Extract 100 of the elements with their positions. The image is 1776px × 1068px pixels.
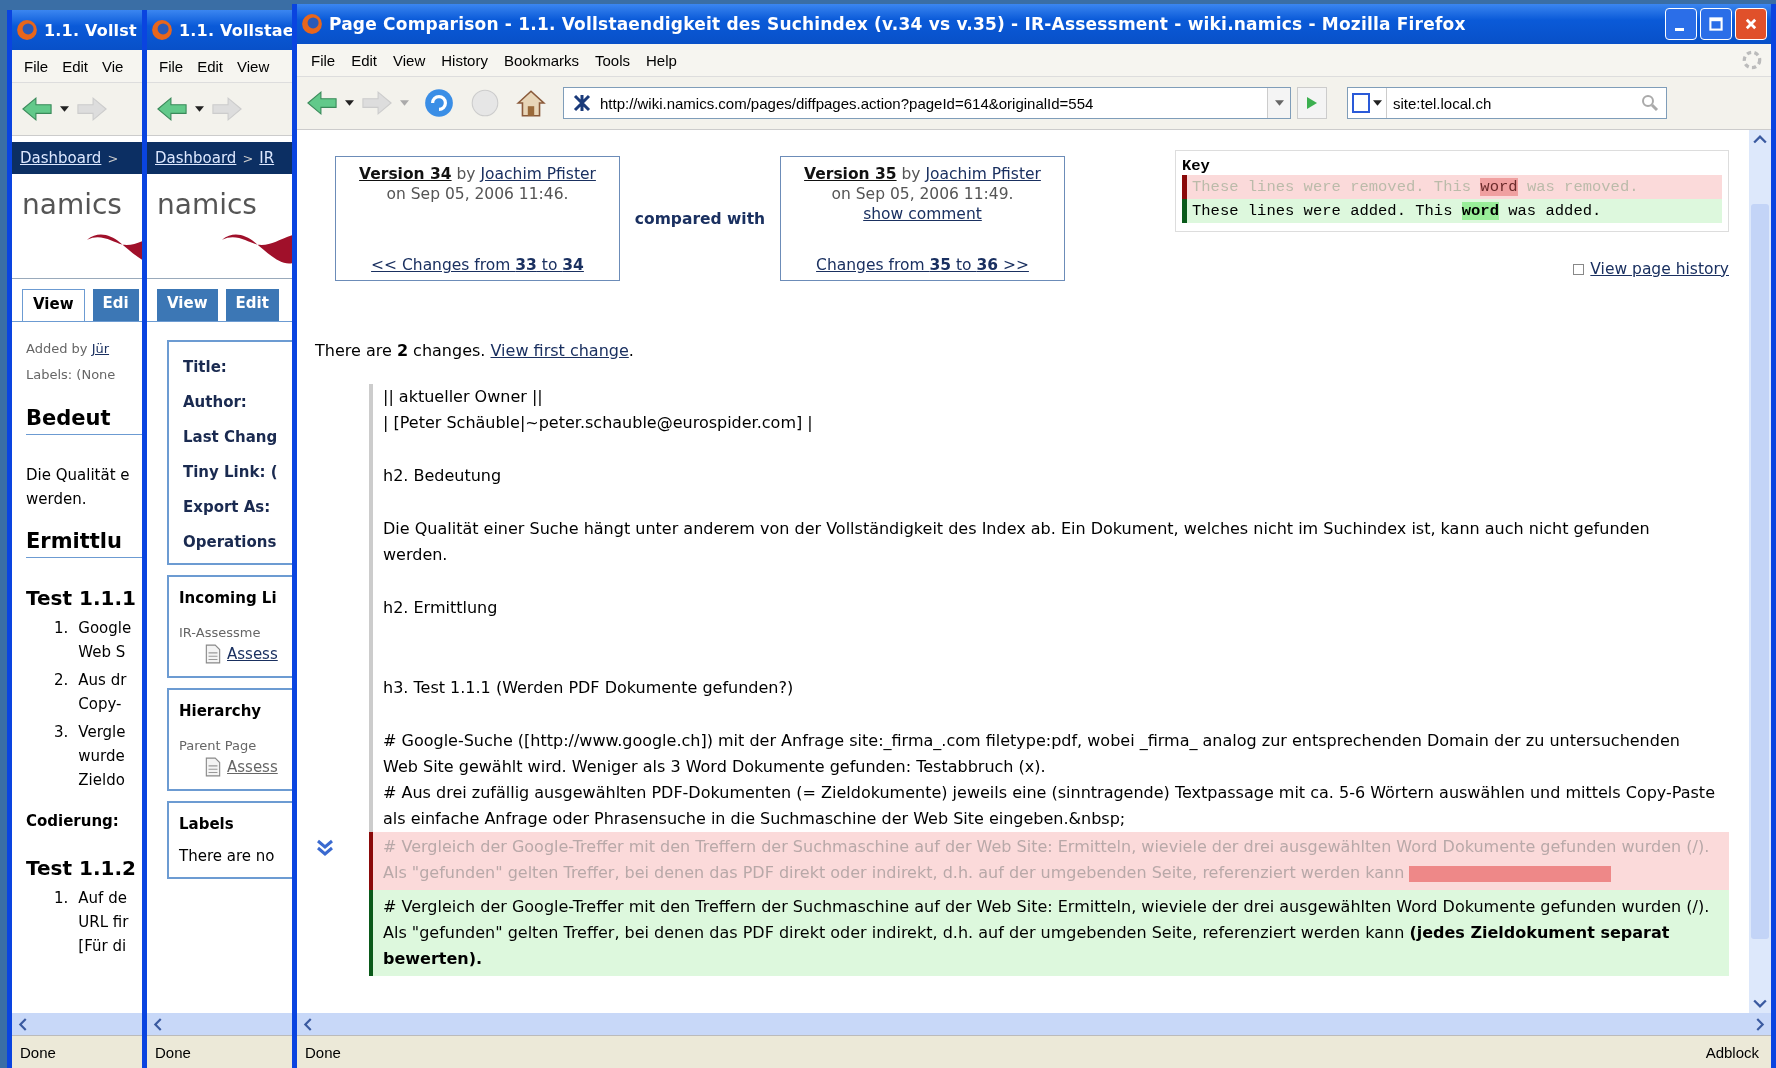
paragraph-text: werden. <box>26 489 88 510</box>
tab[interactable]: View <box>157 289 218 321</box>
author-link[interactable]: Joachim Pfister <box>480 165 596 183</box>
menu-item[interactable]: Vie <box>96 57 132 75</box>
play-arrow-icon <box>1306 95 1318 111</box>
breadcrumb-link[interactable]: IR <box>259 149 275 167</box>
list-number: 3. <box>54 722 69 743</box>
tab[interactable]: Edi <box>92 289 139 321</box>
list-number: 1. <box>54 888 69 909</box>
scroll-left-icon[interactable] <box>18 1017 27 1031</box>
double-chevron-icon[interactable] <box>315 838 335 858</box>
view-page-history-link[interactable]: View page history <box>1590 260 1729 278</box>
logo-text: namics <box>157 188 257 221</box>
diff-line: Die Qualität einer Suche hängt unter anderem von der Vollständigkeit des Index ab. Ein Dokument, welches nicht im Suchindex ist, kann auch nicht gefunden werden. <box>383 518 1651 566</box>
address-bar[interactable]: http://wiki.namics.com/pages/diffpages.action?pageId=614&originalId=554 <box>563 87 1291 119</box>
close-button[interactable] <box>1735 8 1767 40</box>
menu-item[interactable]: Edit <box>56 57 97 75</box>
search-field[interactable]: site:tel.local.ch <box>1347 87 1667 119</box>
horizontal-scrollbar[interactable] <box>297 1013 1771 1035</box>
tab[interactable]: Edit <box>225 289 279 321</box>
firefox-icon <box>16 19 38 41</box>
maximize-button[interactable] <box>1700 8 1732 40</box>
added-line-example: These lines were added. This word was added. <box>1182 199 1722 223</box>
breadcrumb-separator: > <box>107 150 119 166</box>
close-icon <box>1744 17 1758 31</box>
back-arrow-icon[interactable] <box>305 90 339 116</box>
menu-item[interactable]: File <box>18 57 57 75</box>
version-date: on Sep 05, 2006 11:46. <box>386 185 569 203</box>
diff-line: h2. Bedeutung <box>383 465 503 487</box>
show-comment-link[interactable]: show comment <box>863 205 982 223</box>
page-link[interactable]: Assess <box>227 758 278 776</box>
horizontal-scrollbar[interactable] <box>147 1013 292 1035</box>
field-label: Operations <box>183 533 278 551</box>
menu-item[interactable]: Bookmarks <box>495 51 587 69</box>
status-text: Done <box>305 1043 341 1061</box>
menu-item[interactable]: View <box>385 51 434 69</box>
diff-line: || aktueller Owner || <box>383 386 544 408</box>
changes-link[interactable]: Changes from 35 to 36 >> <box>816 256 1029 274</box>
by-text: by <box>901 165 921 183</box>
breadcrumb-link[interactable]: Dashboard <box>155 149 237 167</box>
caret-icon[interactable] <box>345 99 354 107</box>
list-item: URL fir <box>78 912 129 933</box>
field-label: Last Chang <box>183 428 279 446</box>
menu-item[interactable]: Edit <box>191 57 232 75</box>
list-number: 2. <box>54 670 69 691</box>
labels-text: There are no <box>179 847 276 865</box>
diff-line: | [Peter Schäuble|~peter.schauble@eurospider.com] | <box>383 412 814 434</box>
diff-line: # Google-Suche ([http://www.google.ch]) mit der Anfrage site:_firma_.com filetype:pdf, wobei _firma_ analog zur entsprechenden Domain der zu untersuchenden Web Site gewählt wird. Weniger als 3 Word Dokumente gefunden: Testabbruch (x). <box>383 730 1681 778</box>
adblock-label[interactable]: Adblock <box>1705 1043 1759 1061</box>
scroll-right-icon[interactable] <box>1756 1017 1765 1031</box>
menu-item[interactable]: File <box>153 57 192 75</box>
menu-item[interactable]: Tools <box>587 51 638 69</box>
space-label: IR-Assessme <box>179 625 262 640</box>
scroll-left-icon[interactable] <box>303 1017 312 1031</box>
key-heading: Key <box>1182 157 1211 175</box>
back-arrow-icon[interactable] <box>20 96 54 122</box>
list-item: Aus dr <box>78 670 127 691</box>
compared-with-text: compared with <box>633 209 767 228</box>
logo-text: namics <box>22 188 122 221</box>
changes-link[interactable]: << Changes from 33 to 34 <box>371 256 584 274</box>
vertical-scrollbar[interactable] <box>1749 130 1771 1013</box>
diff-line: # Aus drei zufällig ausgewählten PDF-Dokumenten (= Zieldokumente) jeweils eine (sinntragende) Textpassage mit ca. 5-6 Wörtern auswählen und mittels Copy-Paste als einfache Anfrage oder Phrasensuche in die Suchmaschine der Web Site eingeben.&nbsp; <box>383 782 1716 830</box>
scroll-left-icon[interactable] <box>153 1017 162 1031</box>
scroll-up-icon[interactable] <box>1753 134 1767 144</box>
scroll-down-icon[interactable] <box>1753 999 1767 1009</box>
panel-heading: Hierarchy <box>179 702 263 720</box>
list-item: Google <box>78 618 132 639</box>
document-icon <box>205 757 221 777</box>
reload-icon[interactable] <box>423 87 455 119</box>
page-link[interactable]: Assess <box>227 645 278 663</box>
menu-item[interactable]: File <box>303 51 344 69</box>
back-arrow-icon[interactable] <box>155 96 189 122</box>
version-link[interactable]: Version 35 <box>804 165 897 183</box>
horizontal-scrollbar[interactable] <box>12 1013 142 1035</box>
go-button[interactable] <box>1297 87 1327 119</box>
search-icon[interactable] <box>1640 93 1660 113</box>
caret-icon[interactable] <box>60 105 69 113</box>
section-heading: Test 1.1.1 <box>26 586 137 610</box>
site-icon <box>572 93 592 113</box>
removed-line: # Vergleich der Google-Treffer mit den Treffern der Suchmaschine auf der Web Site: Ermitteln, wieviele der drei ausgewählten Word Dokumente gefunden wurden (/). Als "gefunden" gelten Treffer, bei denen das PDF direkt oder indirekt, d.h. auf der umgebenden Seite, referenziert werden kann <box>383 836 1711 884</box>
menu-item[interactable]: Edit <box>343 51 386 69</box>
tab[interactable]: View <box>22 289 85 321</box>
field-label: Tiny Link: ( <box>183 463 279 481</box>
meta-text: Added by Jür <box>26 340 111 358</box>
parent-page-label: Parent Page <box>179 738 258 753</box>
caret-icon[interactable] <box>195 105 204 113</box>
document-icon <box>205 644 221 664</box>
author-link[interactable]: Jür <box>91 341 110 356</box>
window-title: Page Comparison - 1.1. Vollstaendigkeit des Suchindex (v.34 vs v.35) - IR-Assessment - wiki.namics - Mozilla Firefox <box>329 14 1466 34</box>
firefox-icon <box>301 13 323 35</box>
menu-item[interactable]: History <box>433 51 496 69</box>
list-item: Web S <box>78 642 127 663</box>
menu-item[interactable]: View <box>231 57 278 75</box>
version-link[interactable]: Version 34 <box>359 165 452 183</box>
author-link[interactable]: Joachim Pfister <box>925 165 1041 183</box>
dropdown-button[interactable] <box>1267 88 1290 118</box>
view-first-change-link[interactable]: View first change <box>490 341 629 360</box>
breadcrumb-link[interactable]: Dashboard <box>20 149 102 167</box>
menu-item[interactable]: Help <box>638 51 685 69</box>
minimize-button[interactable] <box>1665 8 1697 40</box>
